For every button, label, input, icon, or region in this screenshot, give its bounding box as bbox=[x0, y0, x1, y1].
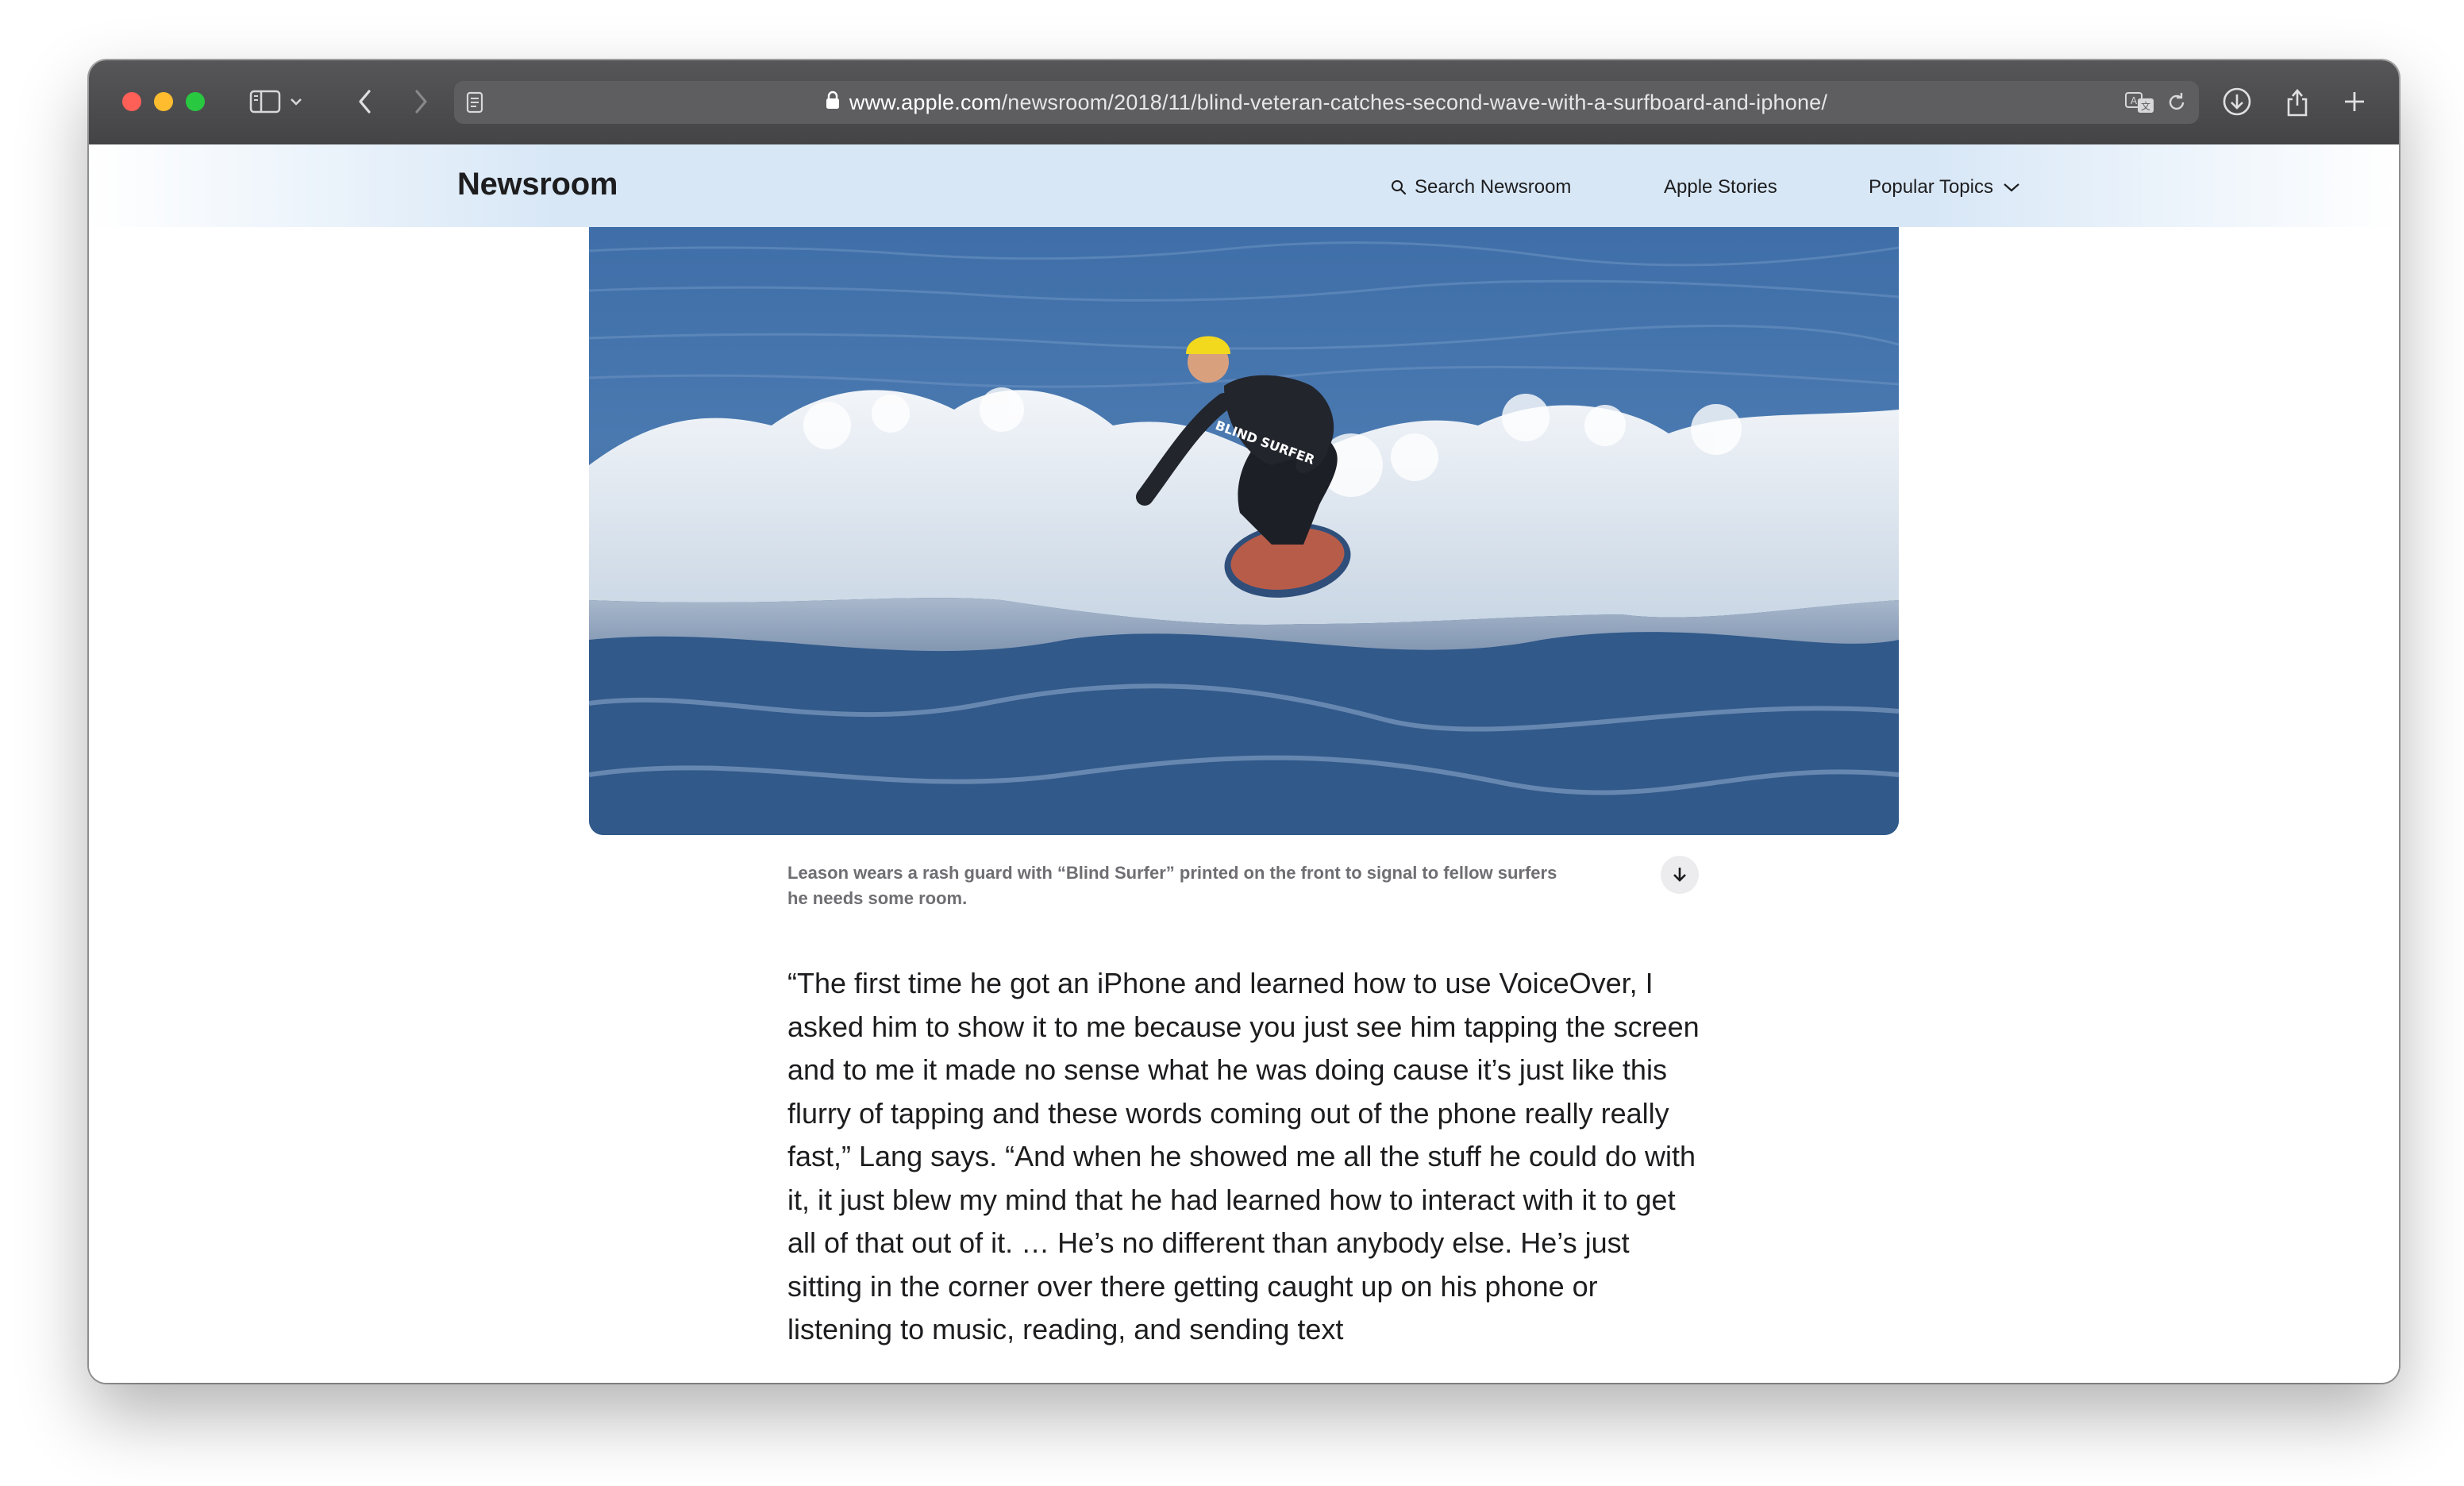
share-icon[interactable] bbox=[2277, 81, 2318, 122]
forward-arrow-icon[interactable] bbox=[400, 81, 441, 122]
downloads-icon[interactable] bbox=[2216, 81, 2258, 122]
zoom-window-button[interactable] bbox=[186, 92, 205, 111]
newsroom-brand-link[interactable]: Newsroom bbox=[457, 167, 618, 202]
address-bar[interactable]: www.apple.com/newsroom/2018/11/blind-vet… bbox=[454, 81, 2199, 124]
download-arrow-icon bbox=[1672, 865, 1688, 884]
url-path: /newsroom/2018/11/blind-veteran-catches-… bbox=[1001, 90, 1828, 114]
popular-topics-label: Popular Topics bbox=[1869, 176, 1993, 198]
hero-photo-surfer: BLIND SURFER bbox=[589, 227, 1899, 835]
web-page: Newsroom Search Newsroom Apple Stories P… bbox=[89, 144, 2399, 1383]
popular-topics-menu[interactable]: Popular Topics bbox=[1869, 176, 2020, 198]
browser-window: www.apple.com/newsroom/2018/11/blind-vet… bbox=[89, 60, 2399, 1383]
article-paragraph: “The first time he got an iPhone and lea… bbox=[787, 967, 1700, 1345]
browser-toolbar: www.apple.com/newsroom/2018/11/blind-vet… bbox=[89, 60, 2399, 146]
svg-text:A: A bbox=[2131, 95, 2138, 106]
translate-icon[interactable]: A文 bbox=[2119, 82, 2161, 123]
back-arrow-icon[interactable] bbox=[345, 81, 386, 122]
download-image-button[interactable] bbox=[1661, 856, 1699, 894]
minimize-window-button[interactable] bbox=[154, 92, 173, 111]
chevron-down-icon[interactable] bbox=[284, 81, 308, 122]
url-host: www.apple.com bbox=[849, 90, 1002, 114]
chevron-down-icon bbox=[2003, 182, 2020, 193]
reload-icon[interactable] bbox=[2156, 82, 2197, 123]
close-window-button[interactable] bbox=[122, 92, 141, 111]
photo-caption: Leason wears a rash guard with “Blind Su… bbox=[787, 863, 1557, 908]
url-text[interactable]: www.apple.com/newsroom/2018/11/blind-vet… bbox=[454, 81, 2199, 124]
sidebar-toggle-icon[interactable] bbox=[244, 81, 286, 122]
new-tab-plus-icon[interactable] bbox=[2334, 81, 2375, 122]
newsroom-nav: Newsroom Search Newsroom Apple Stories P… bbox=[89, 144, 2399, 227]
apple-stories-link[interactable]: Apple Stories bbox=[1664, 176, 1777, 198]
search-newsroom-label: Search Newsroom bbox=[1415, 176, 1572, 198]
search-icon bbox=[1391, 179, 1407, 195]
svg-text:文: 文 bbox=[2141, 100, 2150, 112]
search-newsroom-link[interactable]: Search Newsroom bbox=[1391, 176, 1571, 198]
lock-icon bbox=[826, 81, 840, 124]
